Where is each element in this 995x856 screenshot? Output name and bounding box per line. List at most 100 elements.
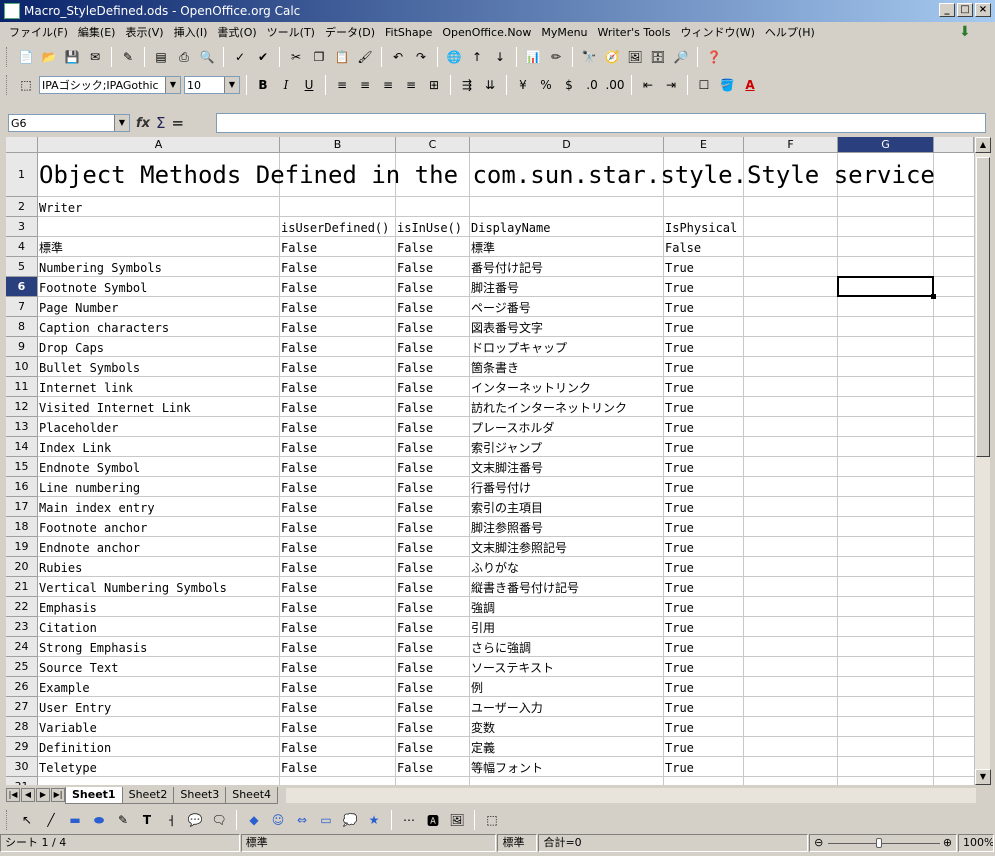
save-icon[interactable]: 💾 [62, 47, 82, 67]
text-direction-ltr-icon[interactable]: ⇶ [457, 75, 477, 95]
cell[interactable]: 等幅フォント [471, 757, 543, 777]
spreadsheet-grid[interactable]: A B C D E F G 1 2 3 4 5 6 7 8 9 10 11 12 13 14 15 16 17 18 19 20 21… [6, 137, 974, 785]
cell[interactable]: False [281, 757, 317, 777]
toolbar-grip[interactable] [6, 47, 9, 67]
row-header[interactable]: 28 [6, 717, 38, 737]
sheet-tab[interactable]: Sheet1 [65, 786, 123, 804]
zoom-out-icon[interactable]: ⊖ [814, 835, 823, 851]
freeform-icon[interactable]: ✎ [113, 810, 133, 830]
row-header[interactable]: 26 [6, 677, 38, 697]
cell[interactable]: 例 [471, 677, 483, 697]
justify-icon[interactable]: ≡ [401, 75, 421, 95]
cell[interactable]: Placeholder [39, 417, 118, 437]
row-header[interactable]: 17 [6, 497, 38, 517]
cell[interactable]: True [665, 457, 694, 477]
cell[interactable]: True [665, 277, 694, 297]
cell[interactable]: False [281, 497, 317, 517]
cell[interactable]: False [281, 257, 317, 277]
font-size-combo[interactable]: 10 ▼ [184, 76, 240, 94]
stars-icon[interactable]: ★ [364, 810, 384, 830]
cell[interactable]: False [397, 597, 433, 617]
cell[interactable]: True [665, 557, 694, 577]
cell[interactable]: True [665, 737, 694, 757]
cell[interactable]: Page Number [39, 297, 118, 317]
row-header[interactable]: 24 [6, 637, 38, 657]
close-button[interactable]: × [975, 3, 991, 17]
ellipse-icon[interactable]: ⬬ [89, 810, 109, 830]
cell[interactable]: True [665, 717, 694, 737]
cell[interactable]: 変数 [471, 717, 495, 737]
cell[interactable]: Emphasis [39, 597, 97, 617]
cell[interactable]: False [397, 337, 433, 357]
menu-item[interactable]: ウィンドウ(W) [675, 24, 759, 40]
email-icon[interactable]: ✉ [85, 47, 105, 67]
delete-decimal-icon[interactable]: .00 [605, 75, 625, 95]
styles-icon[interactable]: ⬚ [16, 75, 36, 95]
align-left-icon[interactable]: ≡ [332, 75, 352, 95]
cell[interactable]: True [665, 677, 694, 697]
callout-icon[interactable]: 💬 [185, 810, 205, 830]
select-all-corner[interactable] [6, 137, 38, 153]
status-page-style[interactable]: 標準 [240, 834, 497, 852]
cell[interactable]: False [281, 457, 317, 477]
scroll-down-icon[interactable]: ▼ [975, 769, 991, 785]
cell[interactable]: Numbering Symbols [39, 257, 162, 277]
basic-shapes-icon[interactable]: ◆ [244, 810, 264, 830]
print-icon[interactable]: ⎙ [174, 47, 194, 67]
row-header[interactable]: 4 [6, 237, 38, 257]
help-icon[interactable]: ❓ [704, 47, 724, 67]
menu-item[interactable]: FitShape [380, 26, 437, 39]
horizontal-scrollbar[interactable] [286, 788, 976, 803]
scroll-thumb[interactable] [976, 157, 990, 457]
cell[interactable]: False [281, 637, 317, 657]
cell[interactable]: False [397, 417, 433, 437]
cell[interactable]: False [281, 297, 317, 317]
cell[interactable]: False [397, 497, 433, 517]
cell[interactable]: False [397, 437, 433, 457]
from-file-icon[interactable]: 🖼 [447, 810, 467, 830]
cell[interactable]: Source Text [39, 657, 118, 677]
spellcheck-icon[interactable]: ✓ [230, 47, 250, 67]
cell[interactable]: 脚注番号 [471, 277, 519, 297]
cell[interactable]: Definition [39, 737, 111, 757]
cell[interactable]: Bullet Symbols [39, 357, 140, 377]
cell[interactable]: False [281, 597, 317, 617]
cell[interactable]: False [397, 457, 433, 477]
gallery-icon[interactable]: 🖼 [625, 47, 645, 67]
cell[interactable]: False [397, 257, 433, 277]
sheet-tab[interactable]: Sheet4 [225, 786, 279, 804]
prev-sheet-icon[interactable]: ◀ [21, 788, 35, 802]
cell[interactable]: さらに強調 [471, 637, 531, 657]
cell[interactable]: False [397, 577, 433, 597]
vertical-callout-icon[interactable]: 🗨 [209, 810, 229, 830]
cell[interactable]: False [397, 357, 433, 377]
row-header[interactable]: 5 [6, 257, 38, 277]
menu-item[interactable]: ヘルプ(H) [760, 24, 820, 40]
rectangle-icon[interactable]: ▬ [65, 810, 85, 830]
cell[interactable]: False [281, 337, 317, 357]
cell[interactable]: False [281, 697, 317, 717]
cell[interactable]: True [665, 257, 694, 277]
page-preview-icon[interactable]: 🔍 [197, 47, 217, 67]
toolbar-grip[interactable] [6, 75, 9, 95]
row-header[interactable]: 9 [6, 337, 38, 357]
export-pdf-icon[interactable]: ▤ [151, 47, 171, 67]
cell-cursor[interactable] [837, 276, 936, 299]
column-header[interactable]: F [744, 137, 838, 153]
decrease-indent-icon[interactable]: ⇤ [638, 75, 658, 95]
cell[interactable]: False [397, 677, 433, 697]
redo-icon[interactable]: ↷ [411, 47, 431, 67]
cell[interactable]: True [665, 697, 694, 717]
cell[interactable]: False [397, 377, 433, 397]
line-icon[interactable]: ╱ [41, 810, 61, 830]
cell[interactable]: Footnote anchor [39, 517, 147, 537]
formula-input[interactable] [216, 113, 986, 133]
cell[interactable]: Caption characters [39, 317, 169, 337]
cell[interactable]: False [281, 377, 317, 397]
cell[interactable]: True [665, 617, 694, 637]
menu-item[interactable]: MyMenu [536, 26, 592, 39]
data-sources-icon[interactable]: 🗄 [648, 47, 668, 67]
sheet-title-cell[interactable]: Object Methods Defined in the com.sun.st… [39, 153, 935, 197]
cell[interactable]: Example [39, 677, 90, 697]
cell[interactable]: False [397, 477, 433, 497]
